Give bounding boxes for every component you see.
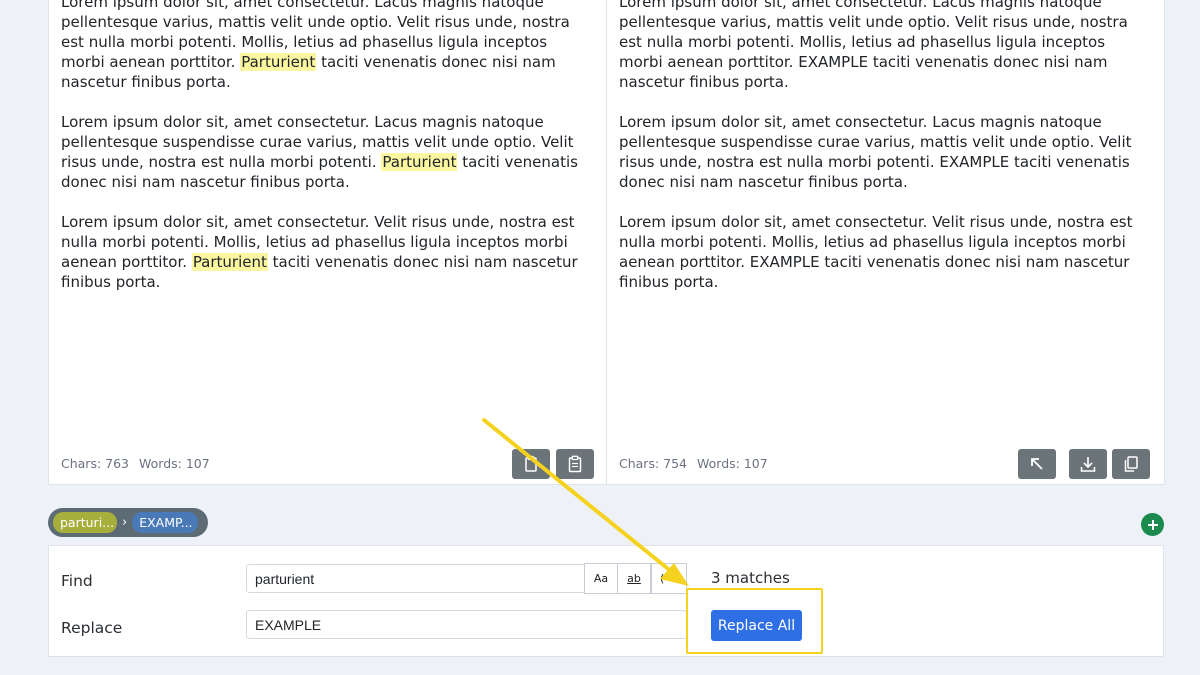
output-paragraph: Lorem ipsum dolor sit, amet consectetur.… bbox=[619, 113, 1132, 191]
download-icon bbox=[1080, 457, 1096, 472]
chevron-right-icon: › bbox=[122, 515, 128, 530]
output-words-count: Words: 107 bbox=[697, 456, 768, 471]
plus-icon bbox=[1147, 519, 1158, 530]
input-panel: Lorem ipsum dolor sit, amet consectetur.… bbox=[48, 0, 608, 485]
output-chars-count: Chars: 754 bbox=[619, 456, 688, 471]
input-words-count: Words: 107 bbox=[139, 456, 210, 471]
input-text-area[interactable]: Lorem ipsum dolor sit, amet consectetur.… bbox=[61, 0, 595, 312]
regex-toggle[interactable]: ( bbox=[651, 563, 687, 594]
output-paragraph: Lorem ipsum dolor sit, amet consectetur.… bbox=[619, 0, 1128, 91]
whole-word-toggle[interactable]: ab bbox=[617, 563, 651, 594]
copy-icon bbox=[1124, 456, 1138, 472]
input-paragraph: Lorem ipsum dolor sit, amet consectetur.… bbox=[61, 213, 578, 291]
match-count: 3 matches bbox=[711, 569, 790, 587]
output-panel: Lorem ipsum dolor sit, amet consectetur.… bbox=[606, 0, 1165, 485]
clipboard-button[interactable] bbox=[556, 449, 594, 479]
input-chars-count: Chars: 763 bbox=[61, 456, 130, 471]
replace-chip[interactable]: EXAMP... bbox=[132, 512, 199, 533]
match-highlight: Parturient bbox=[191, 253, 268, 271]
input-paragraph: Lorem ipsum dolor sit, amet consectetur.… bbox=[61, 0, 570, 91]
match-highlight: Parturient bbox=[381, 153, 458, 171]
swap-up-icon bbox=[1031, 458, 1043, 470]
output-text-area: Lorem ipsum dolor sit, amet consectetur.… bbox=[619, 0, 1152, 312]
download-button[interactable] bbox=[1069, 449, 1107, 479]
input-stats: Chars: 763 Words: 107 bbox=[61, 456, 210, 471]
clipboard-icon bbox=[568, 455, 582, 473]
match-highlight: Parturient bbox=[240, 53, 317, 71]
annotation-highlight-box bbox=[686, 588, 823, 654]
paste-icon bbox=[525, 455, 537, 472]
copy-button[interactable] bbox=[1112, 449, 1150, 479]
find-replace-panel: Find Aa ab ( 3 matches Replace Replace A… bbox=[48, 545, 1164, 657]
replace-label: Replace bbox=[61, 619, 123, 637]
output-stats: Chars: 754 Words: 107 bbox=[619, 456, 768, 471]
replace-input[interactable] bbox=[246, 610, 687, 639]
input-paragraph: Lorem ipsum dolor sit, amet consectetur.… bbox=[61, 113, 578, 191]
output-paragraph: Lorem ipsum dolor sit, amet consectetur.… bbox=[619, 213, 1133, 291]
find-label: Find bbox=[61, 572, 93, 590]
find-chip[interactable]: parturi... bbox=[53, 512, 117, 533]
use-as-input-button[interactable] bbox=[1018, 449, 1056, 479]
add-rule-button[interactable] bbox=[1141, 513, 1164, 536]
replacement-chain: parturi... › EXAMP... bbox=[48, 508, 208, 537]
match-case-toggle[interactable]: Aa bbox=[584, 563, 618, 594]
paste-button[interactable] bbox=[512, 449, 550, 479]
